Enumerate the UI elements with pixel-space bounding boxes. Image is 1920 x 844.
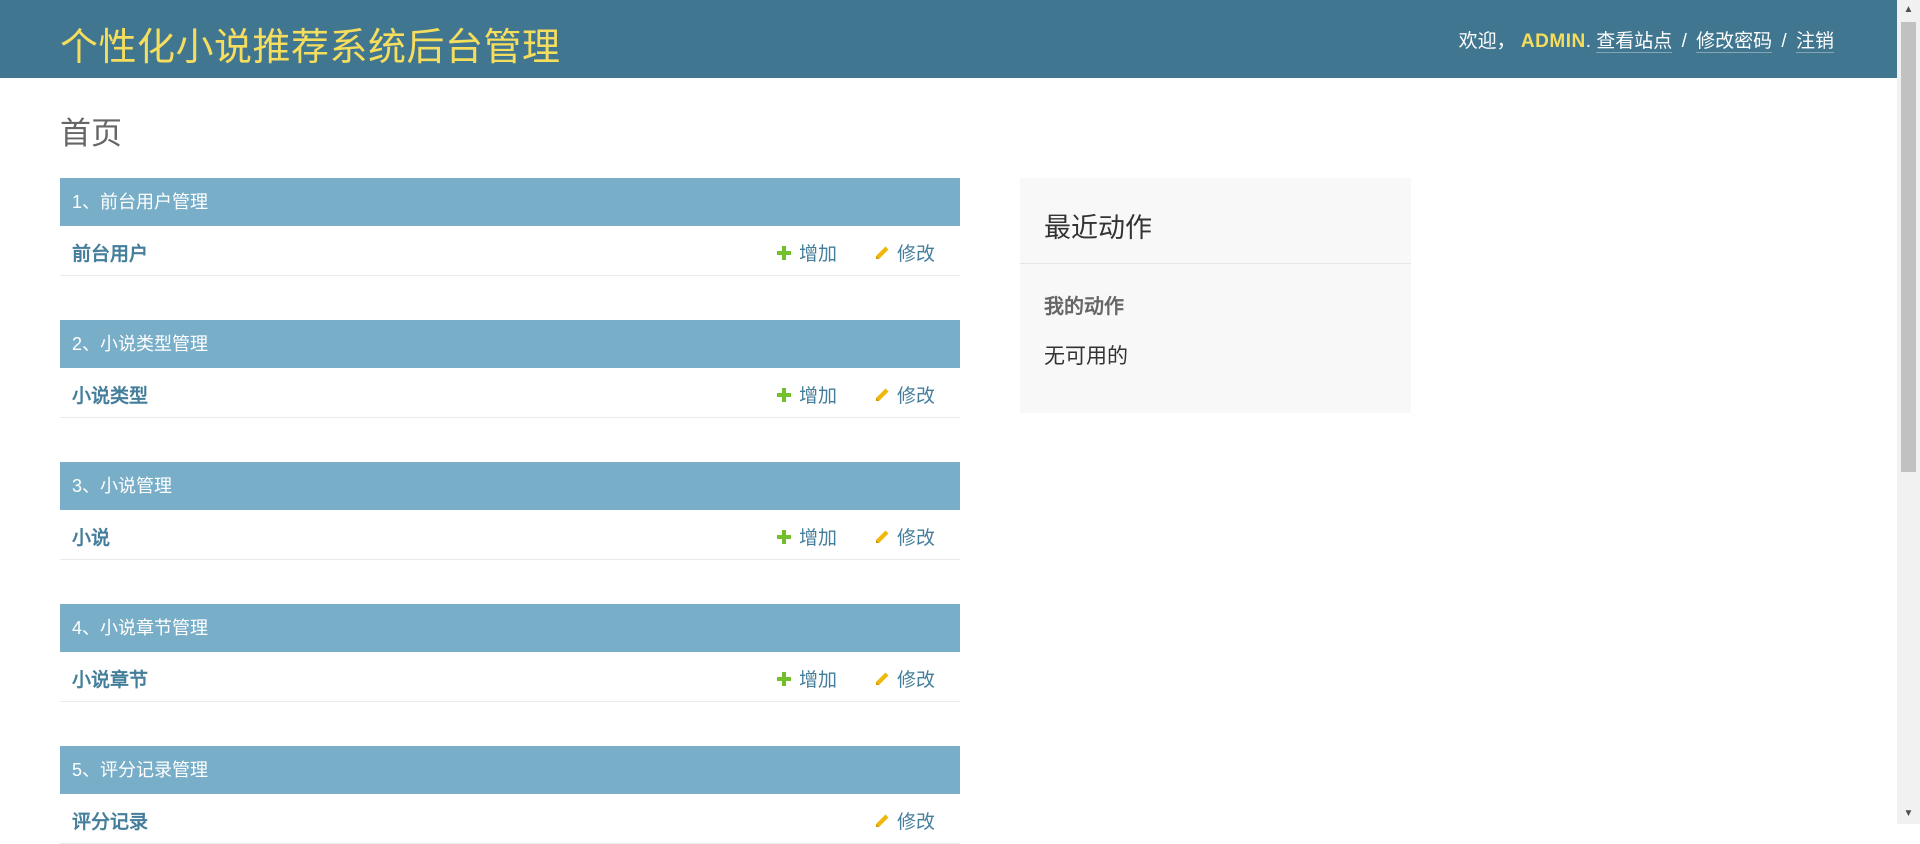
- plus-icon: [775, 244, 793, 262]
- change-label: 修改: [897, 386, 936, 407]
- app-module: 3、小说管理 小说 增加 修改: [60, 462, 960, 560]
- site-branding[interactable]: 个性化小说推荐系统后台管理: [60, 16, 561, 71]
- model-link[interactable]: 前台用户: [72, 239, 148, 266]
- change-button[interactable]: 修改: [873, 807, 935, 834]
- scroll-up-arrow-icon[interactable]: ▲: [1897, 0, 1920, 20]
- no-actions-text: 无可用的: [1044, 345, 1128, 368]
- change-password-link[interactable]: 修改密码: [1696, 31, 1773, 53]
- scroll-thumb[interactable]: [1901, 22, 1916, 472]
- separator: /: [1781, 31, 1787, 52]
- plus-icon: [775, 386, 793, 404]
- recent-actions-title: 最近动作: [1044, 213, 1152, 243]
- change-label: 修改: [897, 244, 936, 265]
- separator: /: [1681, 31, 1687, 52]
- page-title: 首页: [60, 116, 122, 151]
- model-row: 小说类型 增加 修改: [60, 368, 960, 418]
- username-period: .: [1585, 31, 1591, 52]
- pencil-icon: [873, 528, 891, 546]
- vertical-scrollbar[interactable]: ▲ ▼: [1897, 0, 1920, 824]
- view-site-link[interactable]: 查看站点: [1596, 31, 1673, 53]
- module-caption[interactable]: 1、前台用户管理: [60, 178, 960, 226]
- pencil-icon: [873, 386, 891, 404]
- model-link[interactable]: 小说类型: [72, 381, 148, 408]
- add-label: 增加: [799, 670, 838, 691]
- pencil-icon: [873, 670, 891, 688]
- scroll-down-arrow-icon[interactable]: ▼: [1897, 804, 1920, 824]
- pencil-icon: [873, 244, 891, 262]
- add-button[interactable]: 增加: [775, 523, 837, 550]
- change-label: 修改: [897, 812, 936, 833]
- user-tools: 欢迎， ADMIN. 查看站点 / 修改密码 / 注销: [1459, 26, 1834, 53]
- app-module: 1、前台用户管理 前台用户 增加 修改: [60, 178, 960, 276]
- change-button[interactable]: 修改: [873, 665, 935, 692]
- add-button[interactable]: 增加: [775, 381, 837, 408]
- model-link[interactable]: 评分记录: [72, 807, 148, 834]
- app-module: 4、小说章节管理 小说章节 增加 修改: [60, 604, 960, 702]
- app-module: 5、评分记录管理 评分记录 修改: [60, 746, 960, 844]
- divider: [1020, 263, 1411, 264]
- add-label: 增加: [799, 244, 838, 265]
- recent-actions-panel: 最近动作 我的动作 无可用的: [1020, 178, 1411, 413]
- app-module: 2、小说类型管理 小说类型 增加 修改: [60, 320, 960, 418]
- welcome-text: 欢迎，: [1458, 31, 1516, 52]
- model-link[interactable]: 小说章节: [72, 665, 148, 692]
- module-caption[interactable]: 4、小说章节管理: [60, 604, 960, 652]
- change-button[interactable]: 修改: [873, 239, 935, 266]
- my-actions-heading: 我的动作: [1044, 296, 1124, 318]
- module-caption[interactable]: 3、小说管理: [60, 462, 960, 510]
- module-caption[interactable]: 5、评分记录管理: [60, 746, 960, 794]
- add-button[interactable]: 增加: [775, 239, 837, 266]
- header: 个性化小说推荐系统后台管理 欢迎， ADMIN. 查看站点 / 修改密码 / 注…: [0, 0, 1897, 78]
- add-button[interactable]: 增加: [775, 665, 837, 692]
- change-label: 修改: [897, 670, 936, 691]
- pencil-icon: [873, 812, 891, 830]
- add-label: 增加: [799, 386, 838, 407]
- username: ADMIN: [1520, 31, 1586, 52]
- model-row: 小说 增加 修改: [60, 510, 960, 560]
- logout-link[interactable]: 注销: [1795, 31, 1834, 53]
- plus-icon: [775, 528, 793, 546]
- model-row: 小说章节 增加 修改: [60, 652, 960, 702]
- change-button[interactable]: 修改: [873, 523, 935, 550]
- model-row: 前台用户 增加 修改: [60, 226, 960, 276]
- model-link[interactable]: 小说: [72, 523, 110, 550]
- change-label: 修改: [897, 528, 936, 549]
- model-row: 评分记录 修改: [60, 794, 960, 844]
- module-caption[interactable]: 2、小说类型管理: [60, 320, 960, 368]
- add-label: 增加: [799, 528, 838, 549]
- change-button[interactable]: 修改: [873, 381, 935, 408]
- plus-icon: [775, 670, 793, 688]
